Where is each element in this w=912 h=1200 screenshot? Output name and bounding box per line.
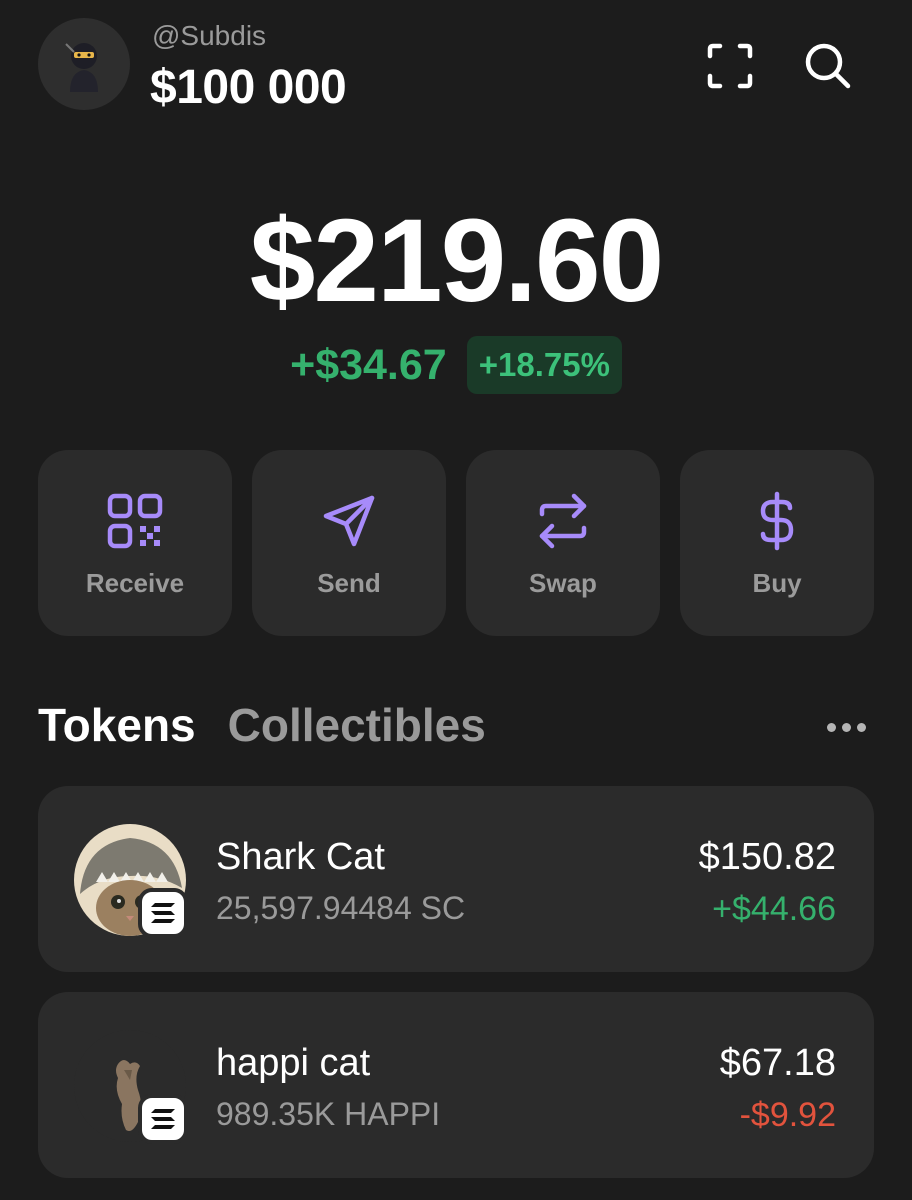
solana-icon xyxy=(138,888,188,938)
send-icon xyxy=(323,495,375,547)
qr-code-icon xyxy=(107,493,163,549)
change-percent-badge: +18.75% xyxy=(466,336,622,394)
tab-collectibles[interactable]: Collectibles xyxy=(228,698,486,752)
token-pnl: -$9.92 xyxy=(739,1096,836,1134)
more-icon[interactable] xyxy=(818,712,874,742)
swap-label: Swap xyxy=(529,568,597,598)
swap-icon xyxy=(539,493,587,549)
swap-button[interactable]: Swap xyxy=(466,450,660,636)
buy-button[interactable]: Buy xyxy=(680,450,874,636)
receive-button[interactable]: Receive xyxy=(38,450,232,636)
asset-tabs: Tokens Collectibles xyxy=(38,698,486,752)
send-label: Send xyxy=(317,568,381,598)
search-icon[interactable] xyxy=(800,38,856,94)
token-row[interactable]: Shark Cat 25,597.94484 SC $150.82 +$44.6… xyxy=(38,786,874,972)
action-bar: Receive Send Swap Buy xyxy=(38,450,874,636)
account-name[interactable]: $100 000 xyxy=(150,60,347,115)
change-amount: +$34.67 xyxy=(290,340,447,389)
ninja-avatar-icon xyxy=(65,43,98,92)
token-amount: 25,597.94484 SC xyxy=(216,890,466,926)
send-button[interactable]: Send xyxy=(252,450,446,636)
token-pnl: +$44.66 xyxy=(712,890,836,928)
balance-change: +$34.67 +18.75% xyxy=(0,336,912,394)
token-value: $67.18 xyxy=(719,1042,836,1084)
token-name: happi cat xyxy=(216,1042,371,1084)
buy-label: Buy xyxy=(752,568,802,598)
token-name: Shark Cat xyxy=(216,836,385,878)
username: @Subdis xyxy=(152,20,267,51)
total-balance: $219.60 xyxy=(249,195,665,327)
tab-tokens[interactable]: Tokens xyxy=(38,698,196,752)
avatar[interactable] xyxy=(38,18,130,110)
dollar-icon xyxy=(760,491,794,551)
solana-icon xyxy=(138,1094,188,1144)
token-row[interactable]: happi cat 989.35K HAPPI $67.18 -$9.92 xyxy=(38,992,874,1178)
scan-icon[interactable] xyxy=(702,38,758,94)
token-amount: 989.35K HAPPI xyxy=(216,1096,441,1132)
token-value: $150.82 xyxy=(698,836,836,878)
receive-label: Receive xyxy=(85,568,185,598)
